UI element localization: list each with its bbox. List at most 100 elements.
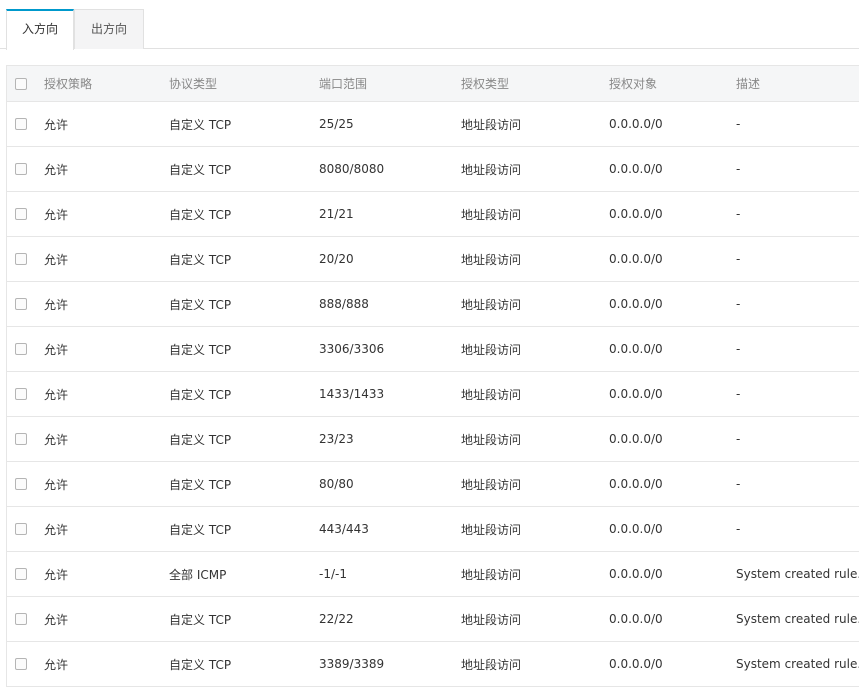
cell-auth-target: 0.0.0.0/0 <box>609 252 663 266</box>
cell-auth-target: 0.0.0.0/0 <box>609 162 663 176</box>
cell-description: - <box>736 117 741 131</box>
cell-auth-type: 地址段访问 <box>461 522 522 537</box>
cell-protocol: 全部 ICMP <box>169 567 227 582</box>
cell-policy: 允许 <box>44 162 69 177</box>
row-checkbox[interactable] <box>15 253 27 265</box>
cell-auth-type: 地址段访问 <box>461 207 522 222</box>
table-row: 允许 自定义 TCP 888/888 地址段访问 0.0.0.0/0 - <box>7 282 859 327</box>
row-checkbox[interactable] <box>15 478 27 490</box>
cell-auth-type: 地址段访问 <box>461 162 522 177</box>
cell-description: - <box>736 432 741 446</box>
cell-policy: 允许 <box>44 657 69 672</box>
cell-policy: 允许 <box>44 117 69 132</box>
header-port-range: 端口范围 <box>319 77 368 91</box>
row-checkbox[interactable] <box>15 433 27 445</box>
row-checkbox-cell <box>15 417 35 461</box>
table-row: 允许 自定义 TCP 20/20 地址段访问 0.0.0.0/0 - <box>7 237 859 282</box>
cell-protocol: 自定义 TCP <box>169 252 232 267</box>
cell-protocol: 自定义 TCP <box>169 432 232 447</box>
cell-auth-target: 0.0.0.0/0 <box>609 117 663 131</box>
tab-outbound[interactable]: 出方向 <box>74 9 144 49</box>
cell-auth-type: 地址段访问 <box>461 657 522 672</box>
cell-auth-type: 地址段访问 <box>461 612 522 627</box>
cell-protocol: 自定义 TCP <box>169 342 232 357</box>
header-auth-target: 授权对象 <box>609 77 658 91</box>
table-row: 允许 自定义 TCP 1433/1433 地址段访问 0.0.0.0/0 - <box>7 372 859 417</box>
cell-port-range: 22/22 <box>319 612 354 626</box>
cell-auth-type: 地址段访问 <box>461 432 522 447</box>
row-checkbox[interactable] <box>15 523 27 535</box>
cell-auth-target: 0.0.0.0/0 <box>609 522 663 536</box>
cell-auth-type: 地址段访问 <box>461 117 522 132</box>
row-checkbox[interactable] <box>15 118 27 130</box>
cell-protocol: 自定义 TCP <box>169 207 232 222</box>
row-checkbox-cell <box>15 507 35 551</box>
cell-description: - <box>736 297 741 311</box>
row-checkbox[interactable] <box>15 208 27 220</box>
cell-auth-target: 0.0.0.0/0 <box>609 567 663 581</box>
cell-auth-type: 地址段访问 <box>461 252 522 267</box>
table-row: 允许 自定义 TCP 23/23 地址段访问 0.0.0.0/0 - <box>7 417 859 462</box>
tab-inbound[interactable]: 入方向 <box>6 9 74 50</box>
cell-protocol: 自定义 TCP <box>169 612 232 627</box>
header-auth-type: 授权类型 <box>461 77 510 91</box>
cell-description: System created rule. <box>736 657 859 671</box>
row-checkbox-cell <box>15 597 35 641</box>
cell-port-range: -1/-1 <box>319 567 347 581</box>
cell-port-range: 3306/3306 <box>319 342 385 356</box>
cell-auth-target: 0.0.0.0/0 <box>609 432 663 446</box>
cell-auth-type: 地址段访问 <box>461 342 522 357</box>
table-header: 授权策略 协议类型 端口范围 授权类型 授权对象 描述 <box>7 66 859 102</box>
cell-port-range: 888/888 <box>319 297 369 311</box>
row-checkbox[interactable] <box>15 388 27 400</box>
table-row: 允许 自定义 TCP 22/22 地址段访问 0.0.0.0/0 System creat… <box>7 597 859 642</box>
row-checkbox-cell <box>15 327 35 371</box>
header-policy: 授权策略 <box>44 77 93 91</box>
table-body: 允许 自定义 TCP 25/25 地址段访问 0.0.0.0/0- 允许 自定义 TCP 80… <box>7 102 859 687</box>
cell-port-range: 20/20 <box>319 252 354 266</box>
row-checkbox-cell <box>15 462 35 506</box>
row-checkbox[interactable] <box>15 298 27 310</box>
cell-protocol: 自定义 TCP <box>169 117 232 132</box>
cell-description: - <box>736 207 741 221</box>
cell-auth-target: 0.0.0.0/0 <box>609 612 663 626</box>
row-checkbox[interactable] <box>15 613 27 625</box>
cell-auth-target: 0.0.0.0/0 <box>609 297 663 311</box>
cell-description: - <box>736 522 741 536</box>
table-row: 允许 自定义 TCP 25/25 地址段访问 0.0.0.0/0 - <box>7 102 859 147</box>
table-row: 允许 全部 ICMP -1/-1 地址段访问 0.0.0.0/0 System creat… <box>7 552 859 597</box>
cell-policy: 允许 <box>44 207 69 222</box>
table-row: 允许 自定义 TCP 3389/3389 地址段访问 0.0.0.0/0 System c… <box>7 642 859 687</box>
row-checkbox-cell <box>15 372 35 416</box>
cell-description: - <box>736 342 741 356</box>
cell-description: - <box>736 252 741 266</box>
header-description: 描述 <box>736 77 761 91</box>
row-checkbox[interactable] <box>15 568 27 580</box>
table-row: 允许 自定义 TCP 21/21 地址段访问 0.0.0.0/0 - <box>7 192 859 237</box>
cell-description: - <box>736 162 741 176</box>
table-row: 允许 自定义 TCP 8080/8080 地址段访问 0.0.0.0/0 - <box>7 147 859 192</box>
cell-policy: 允许 <box>44 432 69 447</box>
direction-tabs: 入方向 出方向 <box>0 0 859 50</box>
cell-description: System created rule. <box>736 567 859 581</box>
cell-auth-type: 地址段访问 <box>461 387 522 402</box>
row-checkbox[interactable] <box>15 163 27 175</box>
cell-auth-target: 0.0.0.0/0 <box>609 477 663 491</box>
cell-port-range: 8080/8080 <box>319 162 385 176</box>
row-checkbox[interactable] <box>15 343 27 355</box>
select-all-checkbox[interactable] <box>15 77 27 90</box>
row-checkbox-cell <box>15 552 35 596</box>
cell-policy: 允许 <box>44 567 69 582</box>
row-checkbox[interactable] <box>15 658 27 670</box>
cell-port-range: 1433/1433 <box>319 387 385 401</box>
cell-description: - <box>736 387 741 401</box>
row-checkbox-cell <box>15 282 35 326</box>
table-row: 允许 自定义 TCP 3306/3306 地址段访问 0.0.0.0/0 - <box>7 327 859 372</box>
cell-description: System created rule. <box>736 612 859 626</box>
cell-port-range: 21/21 <box>319 207 354 221</box>
cell-port-range: 80/80 <box>319 477 354 491</box>
cell-port-range: 25/25 <box>319 117 354 131</box>
cell-auth-target: 0.0.0.0/0 <box>609 207 663 221</box>
row-checkbox-cell <box>15 192 35 236</box>
cell-port-range: 3389/3389 <box>319 657 385 671</box>
